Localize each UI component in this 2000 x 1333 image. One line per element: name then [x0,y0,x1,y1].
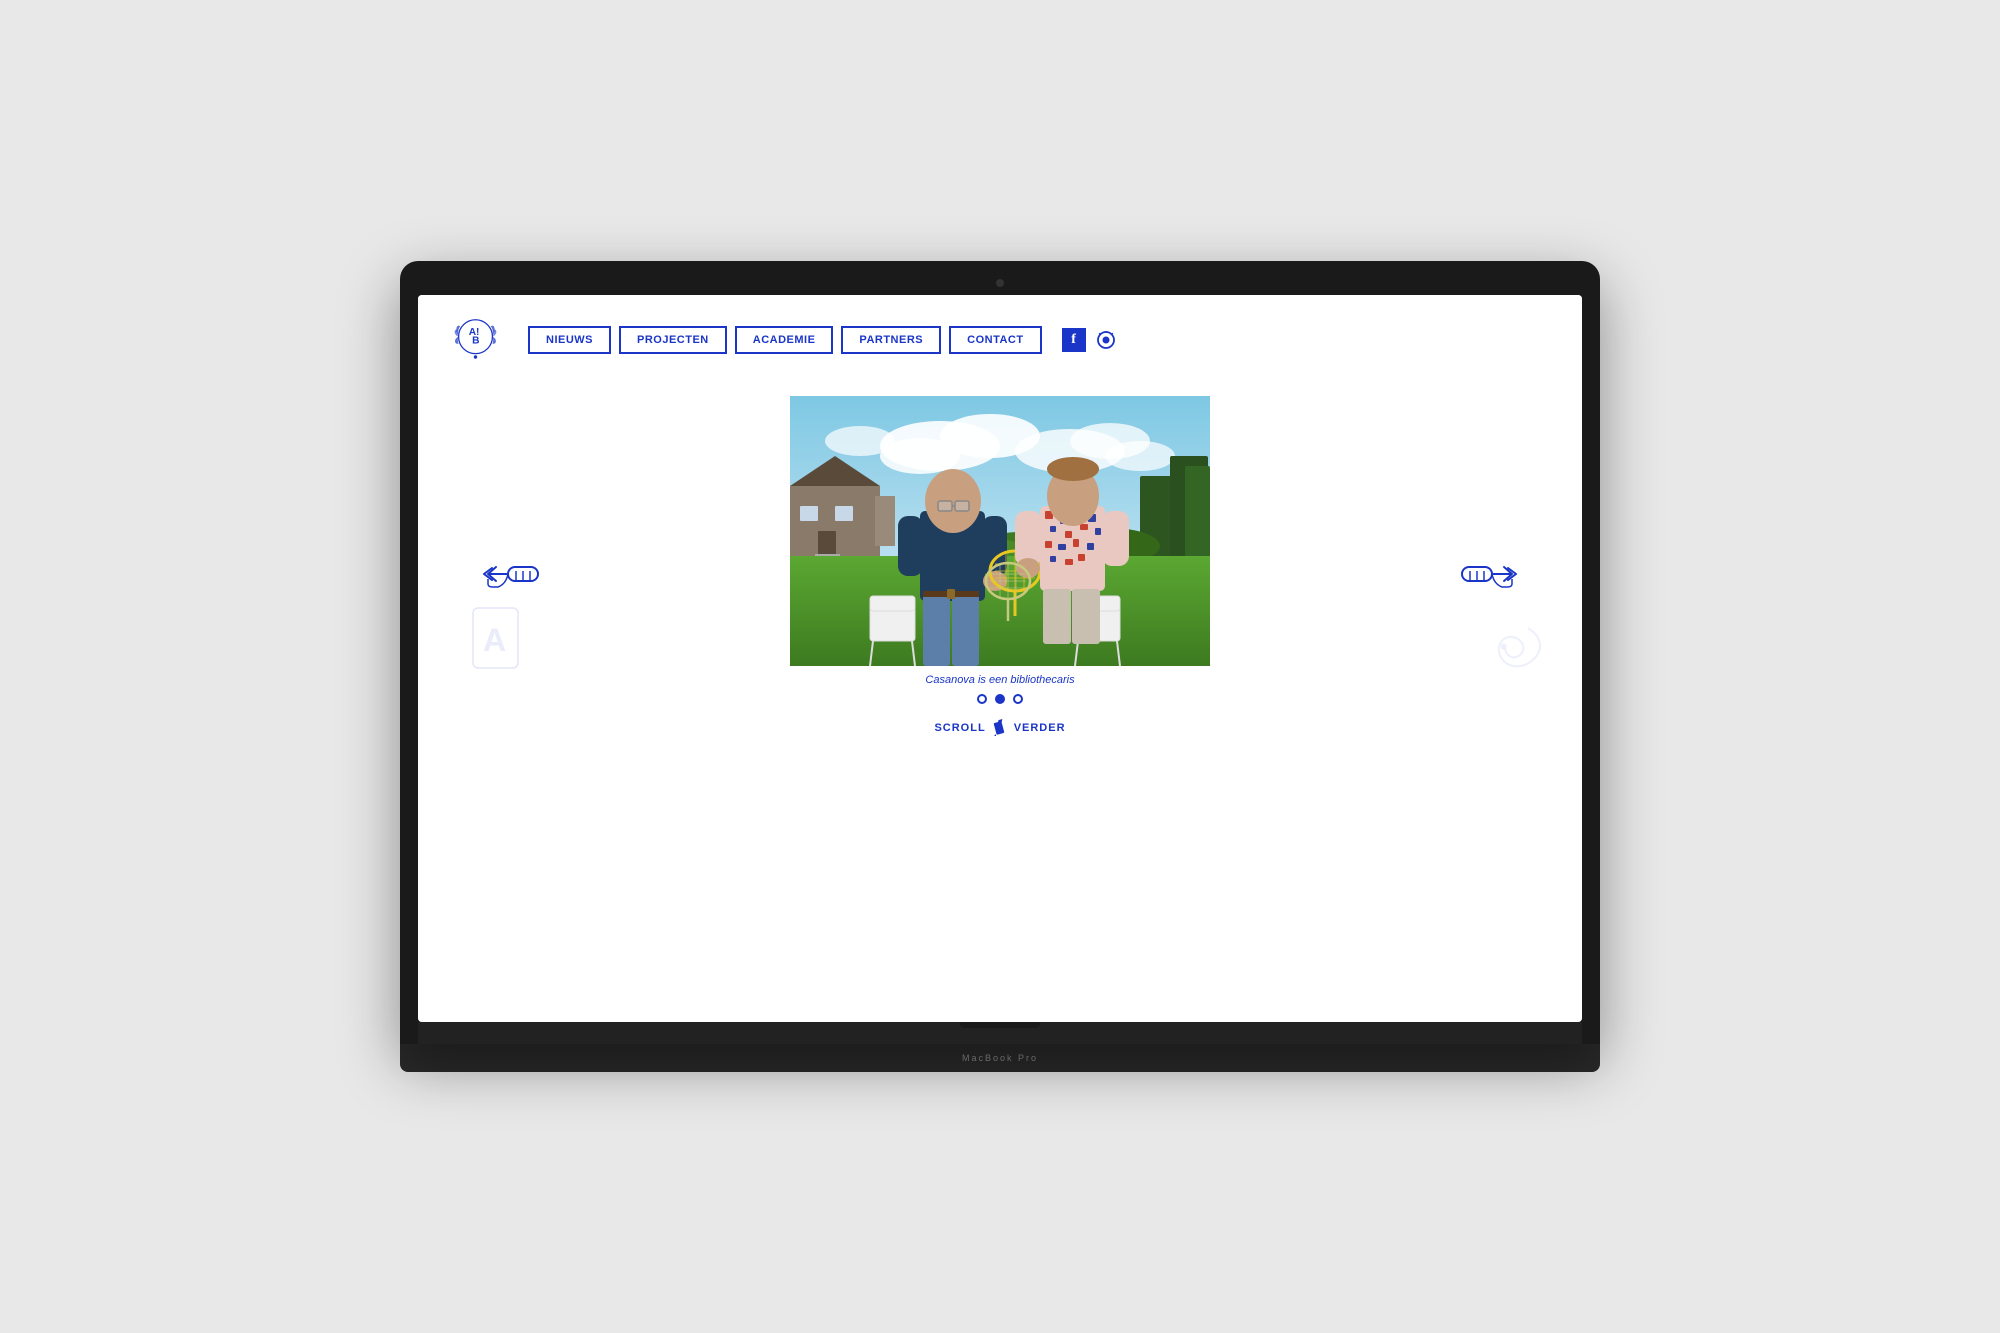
main-content: Casanova is een bibliothecaris SCROLL [418,386,1582,758]
nav-academie[interactable]: ACADEMIE [735,326,834,354]
carousel-dots [977,694,1023,704]
right-arrow-hand[interactable] [1452,549,1522,609]
laptop-body: A! B NIEUWS PROJECTEN ACADEMIE PARTNERS … [400,261,1600,1045]
nav-contact[interactable]: CONTACT [949,326,1041,354]
logo-emblem: A! B [448,313,503,368]
facebook-icon[interactable]: f [1062,328,1086,352]
navigation: A! B NIEUWS PROJECTEN ACADEMIE PARTNERS … [418,295,1582,386]
laptop-notch [960,1022,1040,1028]
social-icons: f [1062,328,1118,352]
deco-swirl [1465,604,1559,707]
left-arrow-hand[interactable] [478,549,548,609]
laptop-bottom-bar [418,1022,1582,1044]
laptop-base: MacBook Pro [400,1044,1600,1072]
svg-text:B: B [472,335,479,346]
laptop-scene: A! B NIEUWS PROJECTEN ACADEMIE PARTNERS … [400,261,1600,1073]
verder-label: VERDER [1014,722,1066,734]
svg-text:A: A [483,622,506,658]
website-content: A! B NIEUWS PROJECTEN ACADEMIE PARTNERS … [418,295,1582,1023]
scroll-verder[interactable]: SCROLL VERDER [934,718,1065,738]
deco-a-card: A [468,603,523,678]
eye-icon[interactable] [1094,328,1118,352]
dot-1[interactable] [977,694,987,704]
dot-3[interactable] [1013,694,1023,704]
nav-nieuws[interactable]: NIEUWS [528,326,611,354]
camera [996,279,1004,287]
nav-partners[interactable]: PARTNERS [841,326,941,354]
hero-caption: Casanova is een bibliothecaris [925,674,1074,686]
hero-image [790,396,1210,666]
scroll-label: SCROLL [934,722,985,734]
dot-2[interactable] [995,694,1005,704]
pencil-icon [992,718,1008,738]
nav-buttons: NIEUWS PROJECTEN ACADEMIE PARTNERS CONTA… [528,326,1042,354]
laptop-model-label: MacBook Pro [962,1053,1038,1063]
nav-projecten[interactable]: PROJECTEN [619,326,727,354]
laptop-screen: A! B NIEUWS PROJECTEN ACADEMIE PARTNERS … [418,295,1582,1023]
